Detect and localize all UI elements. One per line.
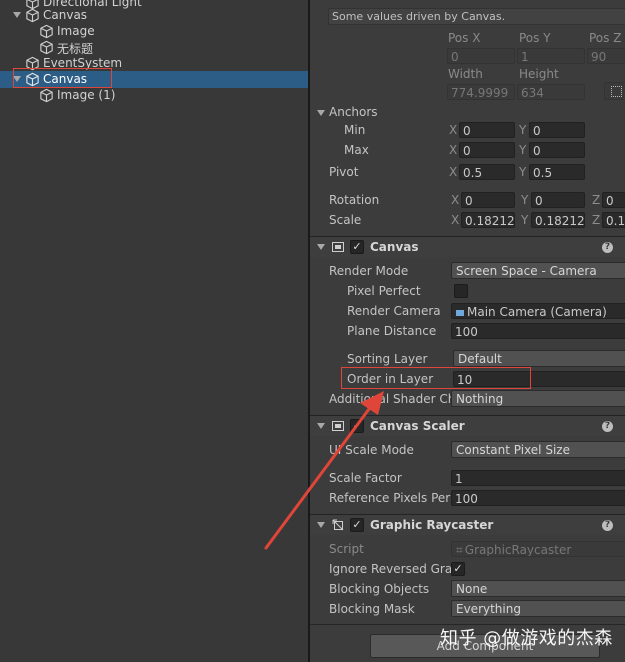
annotation-arrow <box>264 391 384 550</box>
watermark: 知乎 @做游戏的杰森 <box>440 628 613 649</box>
